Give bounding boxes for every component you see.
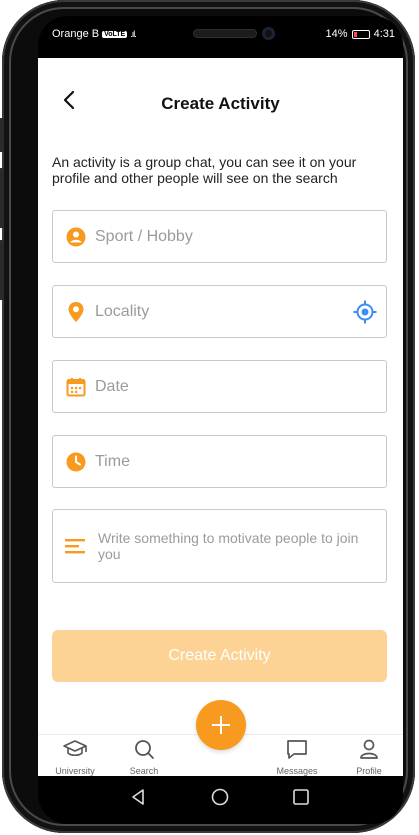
carrier-name: Orange B <box>52 28 100 40</box>
home-circle-icon[interactable] <box>211 788 229 811</box>
locate-me-icon[interactable] <box>352 299 378 325</box>
user-circle-icon <box>66 227 86 247</box>
volte-badge: VoLTE <box>102 30 128 38</box>
recents-square-icon[interactable] <box>292 788 310 811</box>
graduation-cap-icon <box>63 740 87 757</box>
back-triangle-icon[interactable] <box>129 788 147 811</box>
text-lines-icon <box>65 536 85 556</box>
status-right: 14% 4:31 <box>326 28 395 40</box>
nav-item-university[interactable]: University <box>43 738 107 776</box>
nav-item-messages[interactable]: Messages <box>265 738 329 776</box>
calendar-icon <box>66 377 86 397</box>
nav-label-profile: Profile <box>356 766 382 776</box>
motivation-message-placeholder: Write something to motivate people to jo… <box>98 530 359 562</box>
nav-label-messages: Messages <box>276 766 318 776</box>
user-icon <box>360 739 378 759</box>
nav-label-search: Search <box>129 766 159 776</box>
nav-item-profile[interactable]: Profile <box>337 738 401 776</box>
chat-bubble-icon <box>287 740 307 759</box>
clock-icon <box>66 452 86 472</box>
carrier-info: Orange B VoLTE .ıl. <box>52 28 137 40</box>
location-pin-icon <box>66 301 86 322</box>
battery-percent: 14% <box>325 28 348 40</box>
create-activity-button[interactable]: Create Activity <box>52 630 387 682</box>
clock: 4:31 <box>373 28 395 40</box>
nav-item-search[interactable]: Search <box>112 738 176 776</box>
date-field[interactable]: Date <box>52 360 387 413</box>
motivation-message-field[interactable]: Write something to motivate people to jo… <box>52 509 387 583</box>
plus-icon <box>212 716 230 734</box>
sport-hobby-placeholder: Sport / Hobby <box>95 227 193 245</box>
signal-icon: .ıl. <box>130 29 136 39</box>
nav-label-university: University <box>55 766 95 776</box>
description-text: An activity is a group chat, you can see… <box>52 154 357 186</box>
search-icon <box>135 740 154 759</box>
locality-placeholder: Locality <box>95 302 150 320</box>
create-activity-screen: Create Activity An activity is a group c… <box>38 58 403 776</box>
locality-field[interactable]: Locality <box>52 285 387 338</box>
time-field[interactable]: Time <box>52 435 387 488</box>
phone-frame: Orange B VoLTE .ıl. 14% 4:31 Create Acti… <box>0 0 415 833</box>
page-title: Create Activity <box>161 94 280 113</box>
date-placeholder: Date <box>95 377 129 395</box>
time-placeholder: Time <box>95 452 130 470</box>
power-button <box>0 240 4 300</box>
volume-down-button <box>0 168 4 228</box>
earpiece-speaker <box>193 29 257 38</box>
battery-icon <box>351 29 370 39</box>
system-nav-bar <box>38 776 403 824</box>
phone-screen: Orange B VoLTE .ıl. 14% 4:31 Create Acti… <box>38 16 403 824</box>
sport-hobby-field[interactable]: Sport / Hobby <box>52 210 387 263</box>
add-activity-fab[interactable] <box>196 700 246 750</box>
front-camera <box>262 27 275 40</box>
status-bar: Orange B VoLTE .ıl. 14% 4:31 <box>38 16 403 58</box>
volume-up-button <box>0 118 4 152</box>
